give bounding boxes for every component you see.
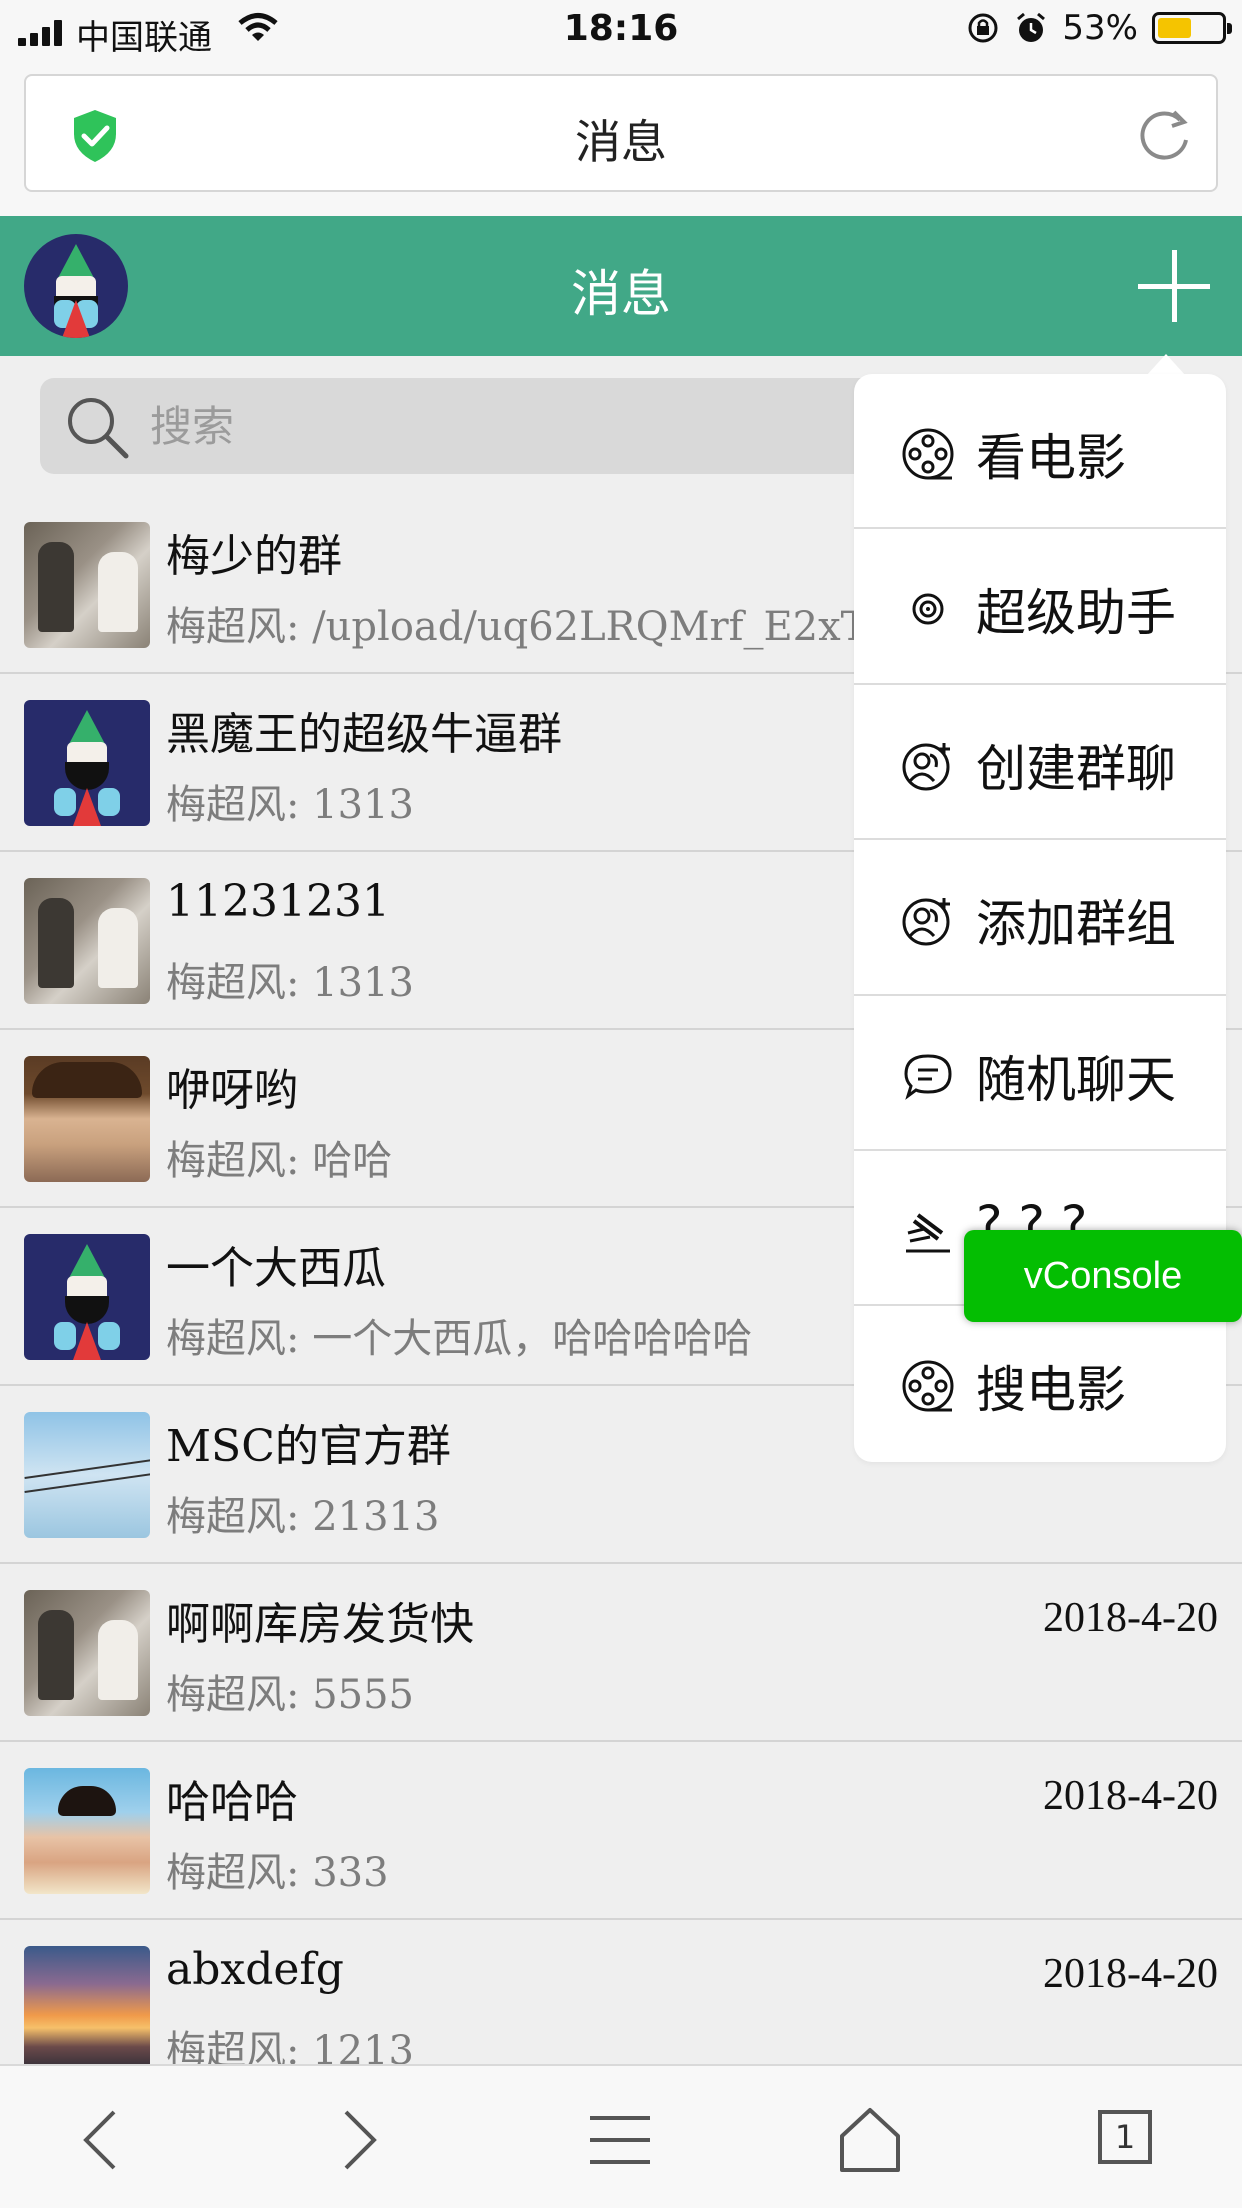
search-input[interactable]	[150, 378, 850, 474]
chat-date: 2018-4-20	[1043, 1951, 1218, 1997]
menu-item[interactable]: 创建群聊	[854, 685, 1226, 841]
tabs-icon[interactable]: 1	[1098, 2110, 1152, 2164]
chat-preview: 梅超风: 21313	[166, 1494, 440, 1540]
search-icon	[68, 398, 129, 459]
chat-avatar	[24, 700, 150, 826]
reload-icon[interactable]	[1134, 106, 1194, 162]
chat-preview: 梅超风: 5555	[166, 1672, 414, 1718]
vconsole-button[interactable]: vConsole	[964, 1230, 1242, 1322]
chat-avatar	[24, 522, 150, 648]
chat-name: 黑魔王的超级牛逼群	[166, 709, 562, 760]
menu-item-label: 添加群组	[976, 895, 1176, 954]
menu-item[interactable]: 添加群组	[854, 840, 1226, 996]
battery-icon	[1152, 12, 1232, 44]
menu-item-label: 随机聊天	[976, 1050, 1176, 1109]
chat-name: 11231231	[166, 876, 390, 927]
chat-date: 2018-4-20	[1043, 1773, 1218, 1819]
menu-item-label: 创建群聊	[976, 739, 1176, 798]
chat-preview: 梅超风: 1313	[166, 960, 414, 1006]
chat-preview: 梅超风: 一个大西瓜，哈哈哈哈哈	[166, 1316, 753, 1362]
film-reel-icon	[900, 1358, 956, 1414]
group-add-icon	[900, 737, 956, 793]
chat-preview: 梅超风: 哈哈	[166, 1138, 393, 1184]
chat-avatar	[24, 1946, 150, 2072]
chat-date: 2018-4-20	[1043, 1595, 1218, 1641]
page-title: 消息	[571, 265, 671, 323]
alarm-icon	[1017, 12, 1046, 42]
battery-level	[1158, 18, 1191, 38]
chat-bubble-icon	[900, 1048, 956, 1104]
group-add-icon	[900, 892, 956, 948]
chat-name: 梅少的群	[166, 531, 342, 582]
status-right: 53%	[966, 8, 1232, 48]
browser-toolbar: 1	[0, 2064, 1242, 2208]
menu-icon[interactable]	[580, 2100, 660, 2180]
chat-preview: 梅超风: 1313	[166, 782, 414, 828]
forward-icon[interactable]	[318, 2100, 398, 2180]
chat-row[interactable]: 啊啊库房发货快梅超风: 5555 2018-4-20	[0, 1564, 1242, 1742]
chat-name: 咿呀哟	[166, 1065, 298, 1116]
home-icon[interactable]	[830, 2100, 910, 2180]
browser-address-bar: 消息	[0, 62, 1242, 216]
chat-avatar	[24, 878, 150, 1004]
chat-preview: 梅超风: 333	[166, 1850, 389, 1896]
menu-caret	[1146, 354, 1186, 376]
menu-item-label: 看电影	[976, 429, 1126, 487]
chat-avatar	[24, 1412, 150, 1538]
app-header: 消息	[0, 216, 1242, 356]
menu-item[interactable]: 看电影	[854, 374, 1226, 530]
menu-item-label: 搜电影	[976, 1361, 1126, 1420]
chat-avatar	[24, 1234, 150, 1360]
chat-name: MSC的官方群	[166, 1421, 451, 1472]
chat-preview: 梅超风: /upload/uq62LRQMrf_E2xTl	[166, 604, 881, 650]
plus-icon[interactable]	[1134, 246, 1214, 326]
gavel-icon	[900, 1203, 956, 1259]
status-bar: 中国联通 18:16 53%	[0, 0, 1242, 62]
rotation-lock-icon	[968, 13, 998, 43]
menu-item-label: 超级助手	[976, 584, 1176, 643]
target-icon	[900, 581, 956, 637]
chat-name: 啊啊库房发货快	[166, 1599, 474, 1650]
menu-item[interactable]: 随机聊天	[854, 996, 1226, 1151]
chat-avatar	[24, 1768, 150, 1894]
chat-name: 一个大西瓜	[166, 1243, 386, 1294]
film-reel-icon	[900, 426, 956, 482]
address-box[interactable]: 消息	[24, 74, 1218, 192]
chat-name: abxdefg	[166, 1944, 344, 1995]
battery-percent: 53%	[1062, 8, 1138, 48]
menu-item[interactable]: 搜电影	[854, 1306, 1226, 1461]
back-icon[interactable]	[62, 2100, 142, 2180]
browser-page-title: 消息	[575, 115, 667, 169]
chat-row[interactable]: 哈哈哈梅超风: 333 2018-4-20	[0, 1742, 1242, 1920]
chat-avatar	[24, 1590, 150, 1716]
menu-item[interactable]: 超级助手	[854, 529, 1226, 685]
chat-avatar	[24, 1056, 150, 1182]
chat-name: 哈哈哈	[166, 1777, 298, 1828]
